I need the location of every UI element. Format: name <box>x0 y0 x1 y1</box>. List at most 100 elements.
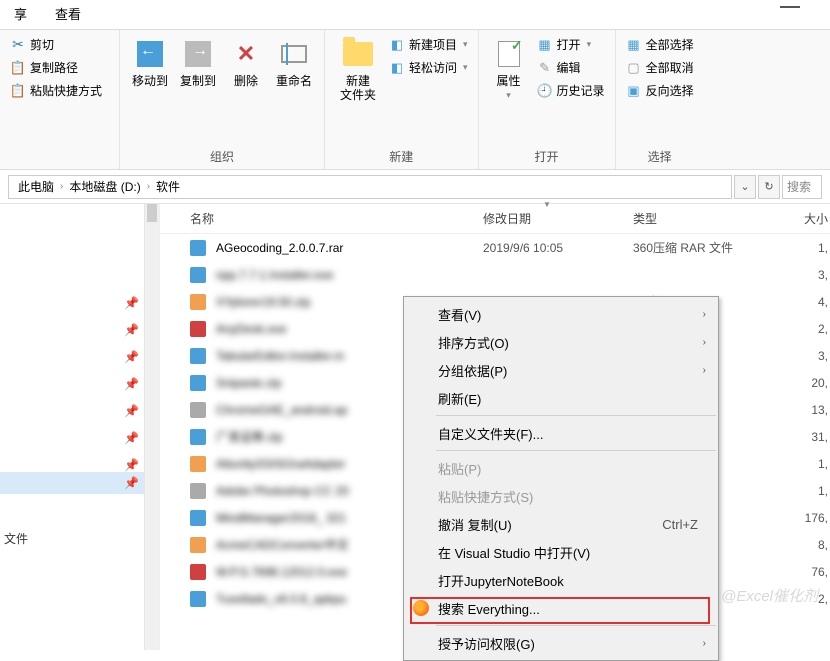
edit-icon <box>537 60 553 76</box>
tab-view[interactable]: 查看 <box>41 0 95 30</box>
ctx-refresh[interactable]: 刷新(E) <box>404 384 718 412</box>
ctx-search-everything[interactable]: 搜索 Everything... <box>404 594 718 622</box>
group-label-open: 打开 <box>485 146 609 169</box>
file-icon <box>190 591 206 607</box>
tab-share[interactable]: 享 <box>0 0 41 30</box>
new-item-icon <box>389 37 405 53</box>
ribbon: 剪切 复制路径 粘贴快捷方式 移动到 复制到 删除 重命名 组织 新建 文件夹 … <box>0 30 830 170</box>
crumb-this-pc[interactable]: 此电脑 <box>15 178 57 195</box>
invert-selection-button[interactable]: 反向选择 <box>622 80 698 101</box>
context-menu: 查看(V)› 排序方式(O)› 分组依据(P)› 刷新(E) 自定义文件夹(F)… <box>403 296 719 661</box>
file-row[interactable]: npp.7.7.1.Installer.exe 3, <box>160 261 830 288</box>
minimize-button[interactable] <box>780 6 800 8</box>
scissors-icon <box>10 37 26 53</box>
select-all-icon <box>626 37 642 53</box>
pin-icon: 📌 <box>124 458 139 472</box>
file-row[interactable]: AGeocoding_2.0.0.7.rar2019/9/6 10:05360压… <box>160 234 830 261</box>
file-icon <box>190 240 206 256</box>
file-size: 13, <box>778 403 828 417</box>
select-all-button[interactable]: 全部选择 <box>622 34 698 55</box>
refresh-button[interactable]: ↻ <box>758 175 780 199</box>
file-name: npp.7.7.1.Installer.exe <box>216 268 483 282</box>
easy-access-button[interactable]: 轻松访问▾ <box>385 57 472 78</box>
file-icon <box>190 456 206 472</box>
delete-button[interactable]: 删除 <box>222 34 270 92</box>
ctx-open-visual-studio[interactable]: 在 Visual Studio 中打开(V) <box>404 538 718 566</box>
open-button[interactable]: 打开▾ <box>533 34 609 55</box>
select-none-icon <box>626 60 642 76</box>
move-to-button[interactable]: 移动到 <box>126 34 174 92</box>
rename-icon <box>281 45 307 63</box>
crumb-software[interactable]: 软件 <box>153 178 183 195</box>
file-date: 2019/9/6 10:05 <box>483 241 633 255</box>
nav-item-files[interactable]: 文件 <box>4 530 28 547</box>
file-icon <box>190 537 206 553</box>
ctx-view[interactable]: 查看(V)› <box>404 300 718 328</box>
file-size: 176, <box>778 511 828 525</box>
rename-button[interactable]: 重命名 <box>270 34 318 92</box>
file-size: 1, <box>778 484 828 498</box>
move-icon <box>137 41 163 67</box>
address-dropdown[interactable]: ⌄ <box>734 175 756 199</box>
chevron-right-icon: › <box>703 638 706 649</box>
file-size: 8, <box>778 538 828 552</box>
ribbon-tabs: 享 查看 <box>0 0 830 30</box>
file-icon <box>190 294 206 310</box>
select-none-button[interactable]: 全部取消 <box>622 57 698 78</box>
file-icon <box>190 402 206 418</box>
edit-button[interactable]: 编辑 <box>533 57 609 78</box>
folder-icon <box>343 42 373 66</box>
breadcrumb[interactable]: 此电脑› 本地磁盘 (D:)› 软件 <box>8 175 732 199</box>
history-button[interactable]: 历史记录 <box>533 80 609 101</box>
file-icon <box>190 375 206 391</box>
pin-icon: 📌 <box>124 296 139 310</box>
open-icon <box>537 37 553 53</box>
cut-button[interactable]: 剪切 <box>6 34 106 55</box>
file-size: 2, <box>778 322 828 336</box>
file-size: 1, <box>778 241 828 255</box>
ctx-grant-access[interactable]: 授予访问权限(G)› <box>404 629 718 657</box>
ctx-paste-shortcut: 粘贴快捷方式(S) <box>404 482 718 510</box>
ctx-sort[interactable]: 排序方式(O)› <box>404 328 718 356</box>
pin-icon: 📌 <box>124 350 139 364</box>
invert-selection-icon <box>626 83 642 99</box>
paste-icon <box>10 83 26 99</box>
nav-pane: 📌 📌 📌 📌 📌 📌 📌 📌 文件 <box>0 204 160 650</box>
file-size: 20, <box>778 376 828 390</box>
ctx-group[interactable]: 分组依据(P)› <box>404 356 718 384</box>
file-icon <box>190 429 206 445</box>
file-icon <box>190 483 206 499</box>
ctx-undo[interactable]: 撤消 复制(U)Ctrl+Z <box>404 510 718 538</box>
nav-selected-item[interactable] <box>0 472 144 494</box>
col-header-date[interactable]: 修改日期 <box>483 210 633 227</box>
chevron-right-icon: › <box>703 365 706 376</box>
file-icon <box>190 510 206 526</box>
chevron-right-icon: › <box>703 337 706 348</box>
file-name: AGeocoding_2.0.0.7.rar <box>216 241 483 255</box>
file-icon <box>190 321 206 337</box>
crumb-drive-d[interactable]: 本地磁盘 (D:) <box>66 178 143 195</box>
ctx-paste: 粘贴(P) <box>404 454 718 482</box>
col-header-size[interactable]: 大小 <box>778 210 828 227</box>
col-header-type[interactable]: 类型 <box>633 210 778 227</box>
copy-to-button[interactable]: 复制到 <box>174 34 222 92</box>
file-type: 360压缩 RAR 文件 <box>633 239 778 256</box>
ctx-open-jupyter[interactable]: 打开JupyterNoteBook <box>404 566 718 594</box>
group-label-organize: 组织 <box>126 146 318 169</box>
file-size: 4, <box>778 295 828 309</box>
file-icon <box>190 564 206 580</box>
copy-path-button[interactable]: 复制路径 <box>6 57 106 78</box>
new-folder-button[interactable]: 新建 文件夹 <box>331 34 385 106</box>
properties-button[interactable]: 属性▾ <box>485 34 533 106</box>
col-header-name[interactable]: 名称 <box>190 210 483 227</box>
address-bar: 此电脑› 本地磁盘 (D:)› 软件 ⌄ ↻ 搜索 <box>0 170 830 204</box>
pin-icon: 📌 <box>124 323 139 337</box>
file-size: 1, <box>778 457 828 471</box>
search-input[interactable]: 搜索 <box>782 175 822 199</box>
nav-scrollbar[interactable] <box>144 204 159 650</box>
pin-icon: 📌 <box>124 377 139 391</box>
new-item-button[interactable]: 新建项目▾ <box>385 34 472 55</box>
paste-shortcut-button[interactable]: 粘贴快捷方式 <box>6 80 106 101</box>
ctx-customize-folder[interactable]: 自定义文件夹(F)... <box>404 419 718 447</box>
file-size: 3, <box>778 268 828 282</box>
